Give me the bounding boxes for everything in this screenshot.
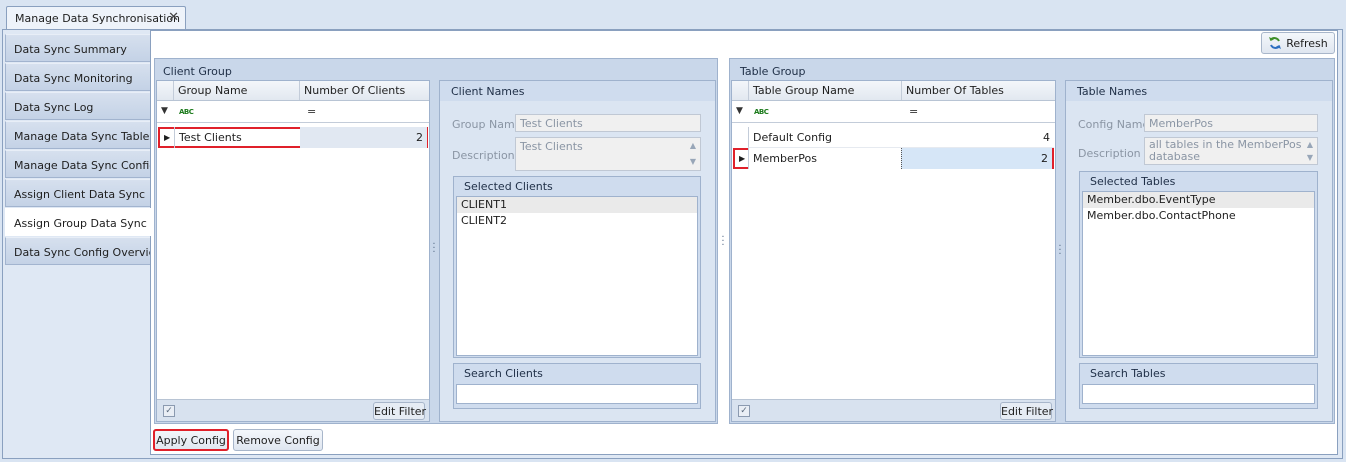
equals-filter-icon[interactable]: =: [909, 105, 918, 118]
sidebar-item-data-sync-monitoring[interactable]: Data Sync Monitoring: [5, 63, 151, 91]
filter-enabled-checkbox[interactable]: ✓: [163, 405, 175, 417]
cell-number-of-tables: 4: [901, 127, 1054, 148]
sidebar-item-label: Manage Data Sync Tables: [14, 130, 151, 143]
list-item[interactable]: Member.dbo.EventType: [1083, 192, 1314, 208]
config-name-field: MemberPos: [1144, 114, 1318, 132]
list-item[interactable]: Member.dbo.ContactPhone: [1083, 208, 1314, 224]
selected-clients-list[interactable]: CLIENT1 CLIENT2: [456, 196, 698, 356]
sidebar-item-label: Manage Data Sync Configs: [14, 159, 151, 172]
selected-tables-list[interactable]: Member.dbo.EventType Member.dbo.ContactP…: [1082, 191, 1315, 356]
panel-splitter[interactable]: · · ·: [1058, 242, 1062, 260]
sidebar-item-label: Data Sync Config Overview: [14, 246, 151, 259]
sidebar-item-label: Data Sync Summary: [14, 43, 127, 56]
refresh-icon: [1269, 37, 1282, 49]
sidebar-item-assign-client-data-sync[interactable]: Assign Client Data Sync: [5, 179, 151, 207]
client-group-title: Client Group: [163, 65, 232, 78]
table-row[interactable]: ▶ Test Clients 2: [158, 127, 428, 148]
sidebar-item-label: Assign Group Data Sync: [14, 217, 147, 230]
group-name-label: Group Name: [452, 118, 522, 131]
close-icon[interactable]: ✕: [168, 10, 179, 25]
search-clients-title: Search Clients: [464, 367, 543, 380]
search-tables-input[interactable]: [1082, 384, 1315, 404]
sidebar-item-manage-data-sync-configs[interactable]: Manage Data Sync Configs: [5, 150, 151, 178]
row-indicator-icon: ▶: [164, 133, 171, 142]
description-label: Description: [452, 149, 515, 162]
sidebar-item-data-sync-log[interactable]: Data Sync Log: [5, 92, 151, 120]
table-names-title: Table Names: [1077, 85, 1148, 98]
column-header-group-name[interactable]: Group Name: [173, 81, 299, 100]
client-group-grid: Group Name Number Of Clients ▼ ABC = ▶ T…: [156, 80, 430, 422]
description-line: database: [1149, 150, 1200, 163]
search-clients-input[interactable]: [456, 384, 698, 404]
description-field: all tables in the MemberPos database ▲ ▼: [1144, 137, 1318, 165]
scroll-up-icon[interactable]: ▲: [686, 138, 700, 154]
remove-config-button[interactable]: Remove Config: [233, 429, 323, 451]
column-header-table-group-name[interactable]: Table Group Name: [748, 81, 901, 100]
scroll-down-icon[interactable]: ▼: [1303, 151, 1317, 164]
refresh-button[interactable]: Refresh: [1261, 32, 1335, 54]
cell-table-group-name: Default Config: [748, 127, 901, 148]
document-tab[interactable]: Manage Data Synchronisation ✕: [6, 6, 186, 30]
panel-splitter[interactable]: · · ·: [432, 240, 436, 258]
cell-number-of-tables: 2: [901, 148, 1052, 169]
table-row[interactable]: ▶ MemberPos 2: [733, 148, 1054, 169]
cell-table-group-name: MemberPos: [748, 148, 901, 169]
selected-tables-title: Selected Tables: [1090, 175, 1176, 188]
description-label: Description: [1078, 147, 1141, 160]
apply-config-button[interactable]: Apply Config: [153, 429, 229, 451]
table-group-title: Table Group: [740, 65, 806, 78]
sidebar-item-manage-data-sync-tables[interactable]: Manage Data Sync Tables: [5, 121, 151, 149]
scroll-up-icon[interactable]: ▲: [1303, 138, 1317, 151]
client-names-title: Client Names: [451, 85, 525, 98]
filter-pin-icon: ▼: [161, 106, 168, 116]
refresh-label: Refresh: [1286, 37, 1328, 50]
table-row[interactable]: Default Config 4: [733, 127, 1054, 148]
auto-filter-row[interactable]: ▼ ABC =: [157, 101, 429, 123]
edit-filter-button[interactable]: Edit Filter: [373, 402, 426, 420]
text-filter-icon[interactable]: ABC: [754, 108, 769, 116]
panel-splitter[interactable]: · · ·: [721, 233, 725, 251]
grid-footer: ✓ Edit Filter: [157, 399, 429, 421]
cell-number-of-clients: 2: [300, 127, 427, 148]
sidebar-item-label: Data Sync Log: [14, 101, 94, 114]
list-item[interactable]: CLIENT1: [457, 197, 697, 213]
text-filter-icon[interactable]: ABC: [179, 108, 194, 116]
column-header-number-of-tables[interactable]: Number Of Tables: [901, 81, 1055, 100]
search-tables-title: Search Tables: [1090, 367, 1166, 380]
filter-pin-icon: ▼: [736, 106, 743, 116]
description-text: Test Clients: [520, 140, 583, 153]
sidebar-item-assign-group-data-sync[interactable]: Assign Group Data Sync: [5, 208, 153, 236]
list-item[interactable]: CLIENT2: [457, 213, 697, 229]
config-name-label: Config Name: [1078, 118, 1150, 131]
selected-clients-title: Selected Clients: [464, 180, 553, 193]
sidebar-item-label: Assign Client Data Sync: [14, 188, 146, 201]
table-group-grid: Table Group Name Number Of Tables ▼ ABC …: [731, 80, 1056, 422]
column-header-number-of-clients[interactable]: Number Of Clients: [299, 81, 429, 100]
equals-filter-icon[interactable]: =: [307, 105, 316, 118]
auto-filter-row[interactable]: ▼ ABC =: [732, 101, 1055, 123]
grid-footer: ✓ Edit Filter: [732, 399, 1055, 421]
grid-header: Table Group Name Number Of Tables: [732, 81, 1055, 101]
sidebar-item-label: Data Sync Monitoring: [14, 72, 133, 85]
grid-header: Group Name Number Of Clients: [157, 81, 429, 101]
description-field: Test Clients ▲ ▼: [515, 137, 701, 171]
filter-enabled-checkbox[interactable]: ✓: [738, 405, 750, 417]
edit-filter-button[interactable]: Edit Filter: [1000, 402, 1053, 420]
sidebar-item-data-sync-summary[interactable]: Data Sync Summary: [5, 34, 151, 62]
sidebar-item-data-sync-config-overview[interactable]: Data Sync Config Overview: [5, 237, 151, 265]
document-tab-title: Manage Data Synchronisation: [15, 12, 181, 25]
scroll-down-icon[interactable]: ▼: [686, 154, 700, 170]
cell-group-name: Test Clients: [174, 127, 300, 148]
row-indicator-icon: ▶: [739, 154, 746, 163]
group-name-field: Test Clients: [515, 114, 701, 132]
